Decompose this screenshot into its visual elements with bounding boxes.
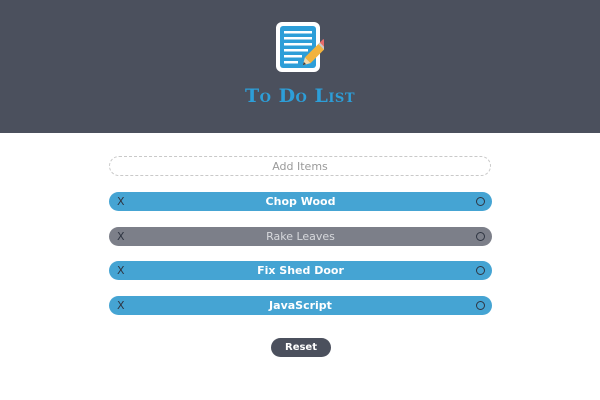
reset-button[interactable]: Reset [271,338,331,357]
todo-item[interactable]: X Rake Leaves [109,227,492,246]
delete-icon[interactable]: X [117,192,125,211]
complete-toggle-icon[interactable] [476,301,485,310]
app-title: To Do List [245,85,355,107]
notepad-pencil-icon [276,22,324,72]
todo-label: Rake Leaves [266,230,335,243]
delete-icon[interactable]: X [117,296,125,315]
header: To Do List [0,0,600,133]
todo-item[interactable]: X Fix Shed Door [109,261,492,280]
todo-label: Chop Wood [265,195,336,208]
todo-label: Fix Shed Door [257,264,344,277]
add-item-input[interactable] [109,156,491,176]
complete-toggle-icon[interactable] [476,266,485,275]
todo-item[interactable]: X Chop Wood [109,192,492,211]
delete-icon[interactable]: X [117,261,125,280]
complete-toggle-icon[interactable] [476,232,485,241]
complete-toggle-icon[interactable] [476,197,485,206]
todo-label: JavaScript [269,299,332,312]
todo-item[interactable]: X JavaScript [109,296,492,315]
delete-icon[interactable]: X [117,227,125,246]
